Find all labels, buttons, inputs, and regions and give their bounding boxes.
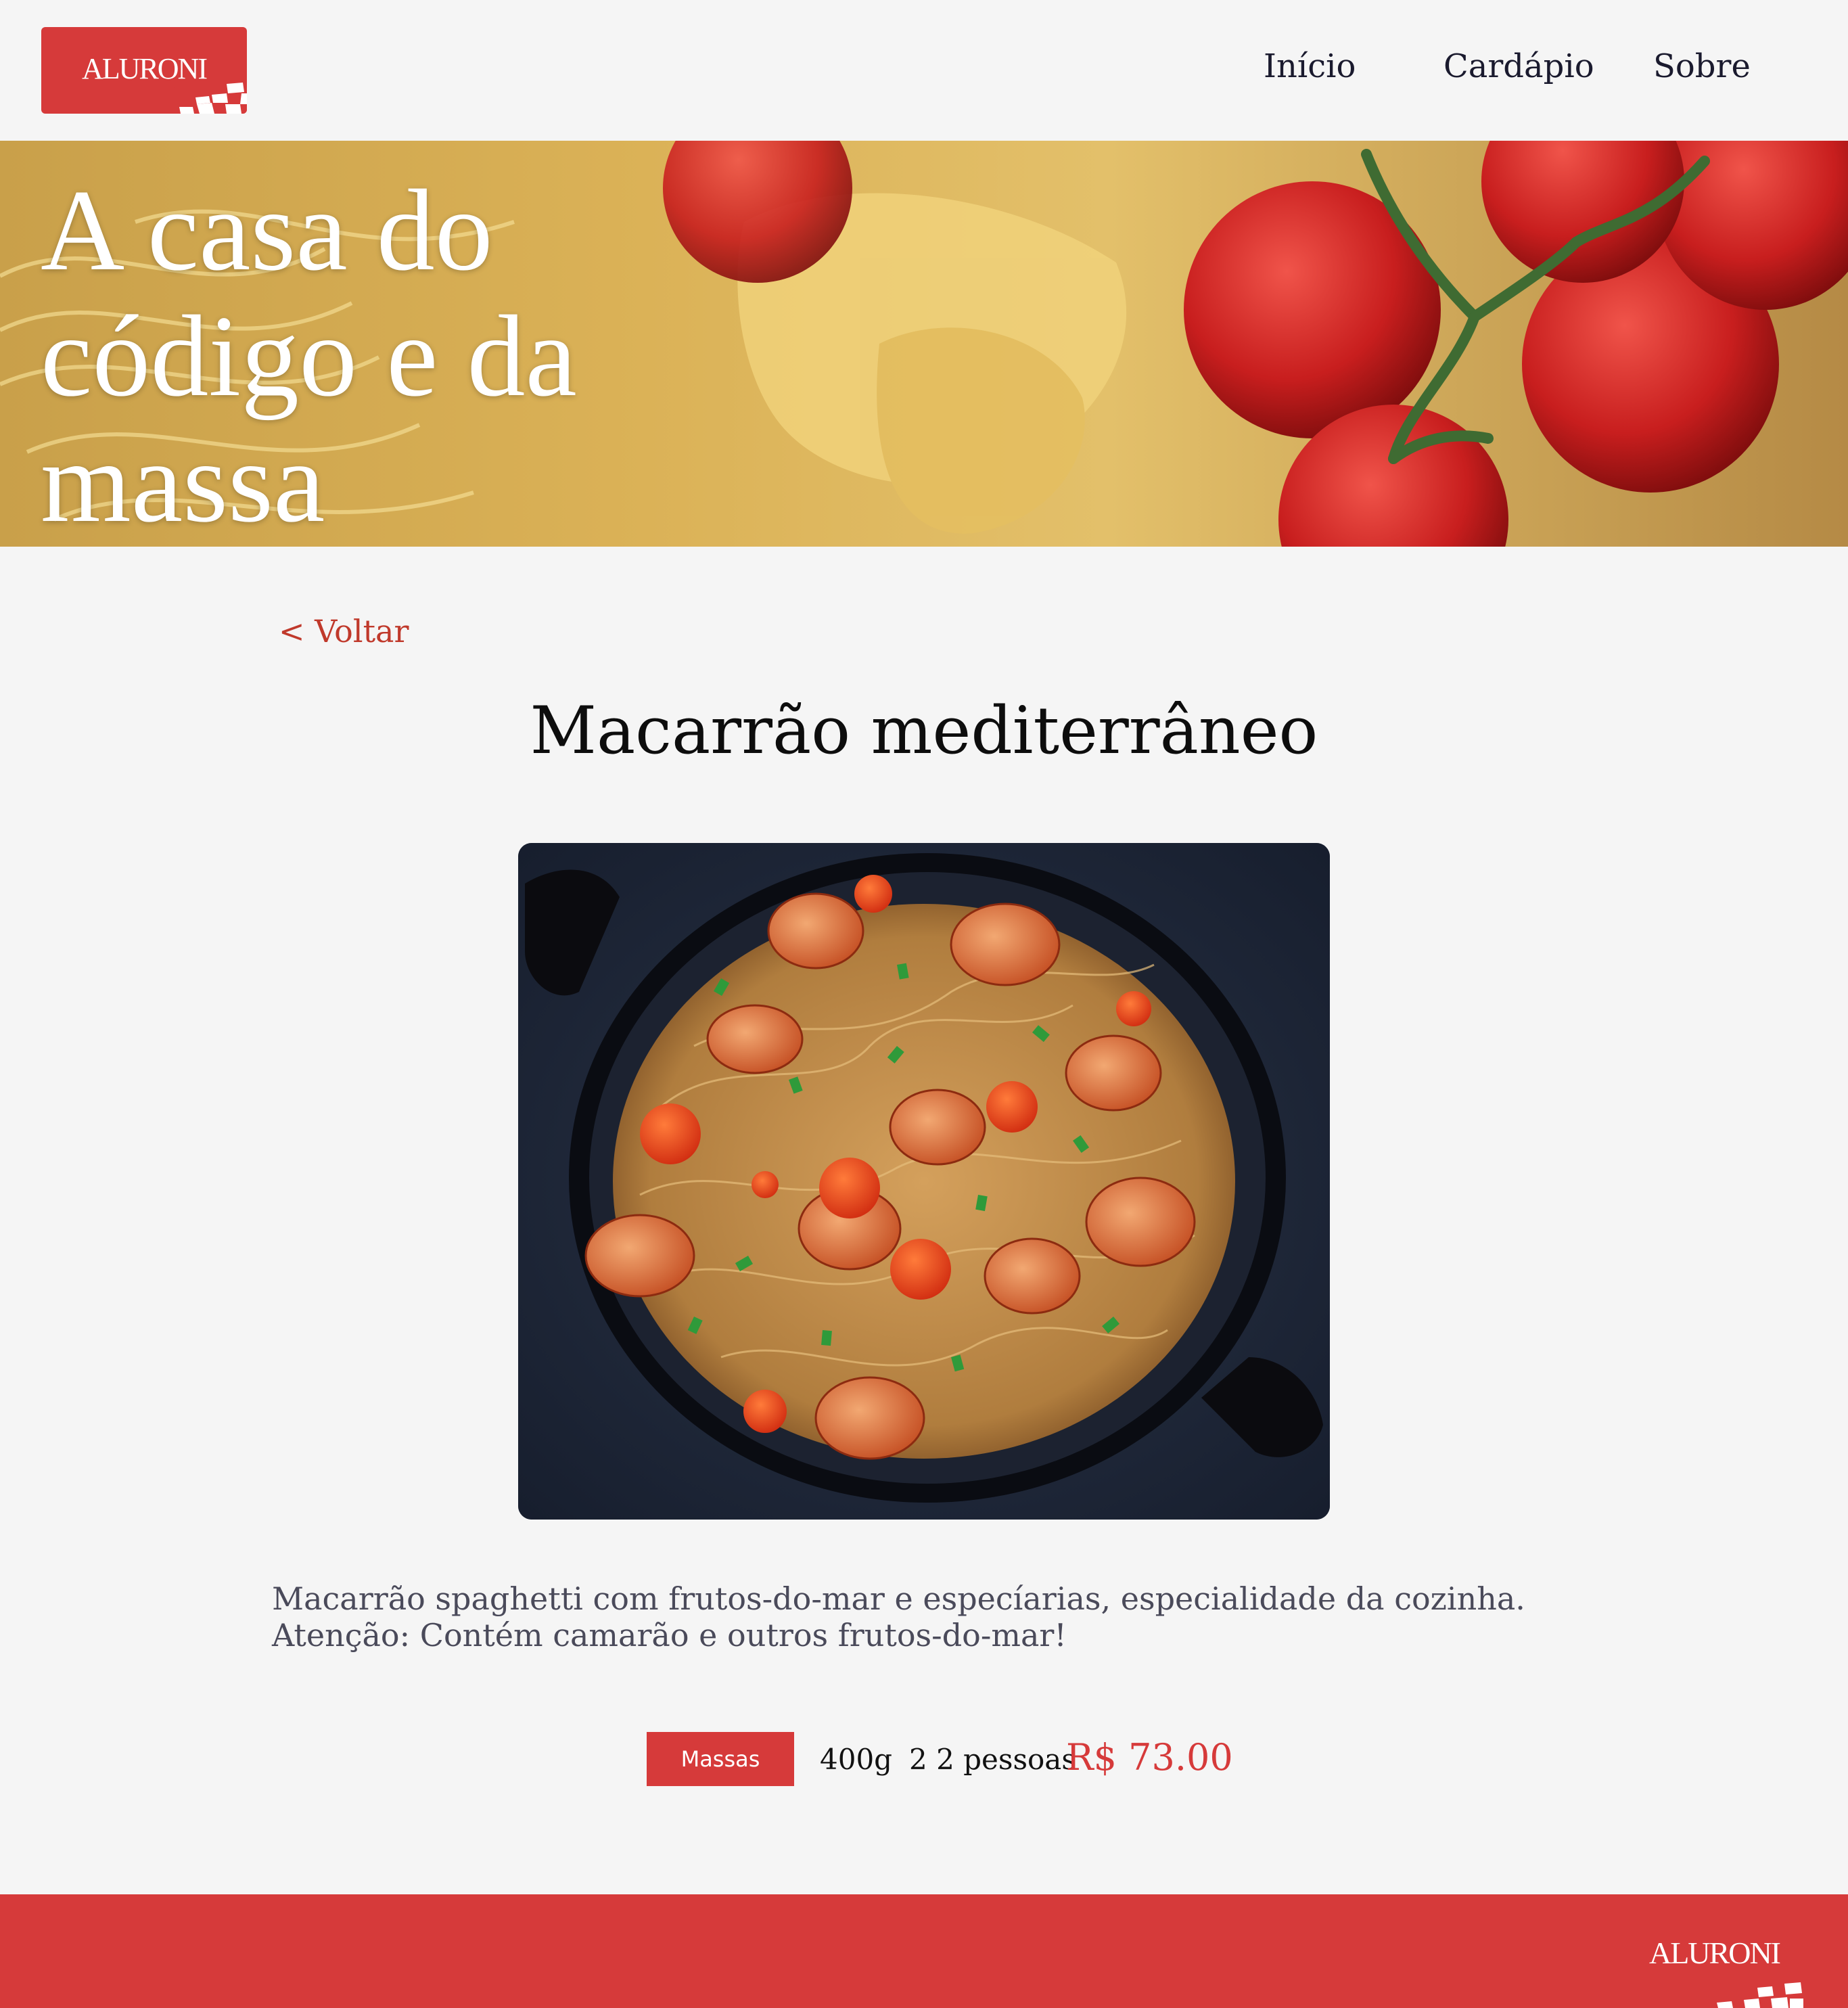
logo[interactable]: ALURONI xyxy=(41,27,247,114)
hero-title: A casa do código e da massa xyxy=(41,166,577,547)
footer-logo-text: ALURONI xyxy=(1649,1936,1781,1970)
dish-photo xyxy=(518,843,1330,1520)
dish-description: Macarrão spaghetti com frutos-do-mar e e… xyxy=(272,1580,1525,1653)
nav-link-inicio[interactable]: Início xyxy=(1264,47,1356,85)
dish-price: R$ 73.00 xyxy=(1066,1736,1233,1779)
checker-flag-icon xyxy=(112,73,247,114)
site-footer: ALURONI xyxy=(0,1894,1848,2008)
checker-flag-icon xyxy=(1717,1982,1803,2008)
nav-link-cardapio[interactable]: Cardápio xyxy=(1443,47,1594,85)
dish-meta: Massas 400g 2 2 pessoas R$ 73.00 xyxy=(0,1731,1848,1786)
nav-link-sobre[interactable]: Sobre xyxy=(1653,47,1751,85)
dish-title: Macarrão mediterrâneo xyxy=(530,693,1318,769)
site-header: ALURONI Início Cardápio Sobre xyxy=(0,0,1848,141)
footer-logo: ALURONI xyxy=(1648,1935,1810,2008)
dish-serving: 2 2 pessoas xyxy=(909,1743,1076,1776)
hero-banner: A casa do código e da massa xyxy=(0,141,1848,547)
pasta-pan-image xyxy=(518,843,1330,1520)
dish-size: 400g xyxy=(820,1743,893,1776)
category-tag: Massas xyxy=(647,1732,794,1786)
back-link[interactable]: < Voltar xyxy=(279,613,409,649)
